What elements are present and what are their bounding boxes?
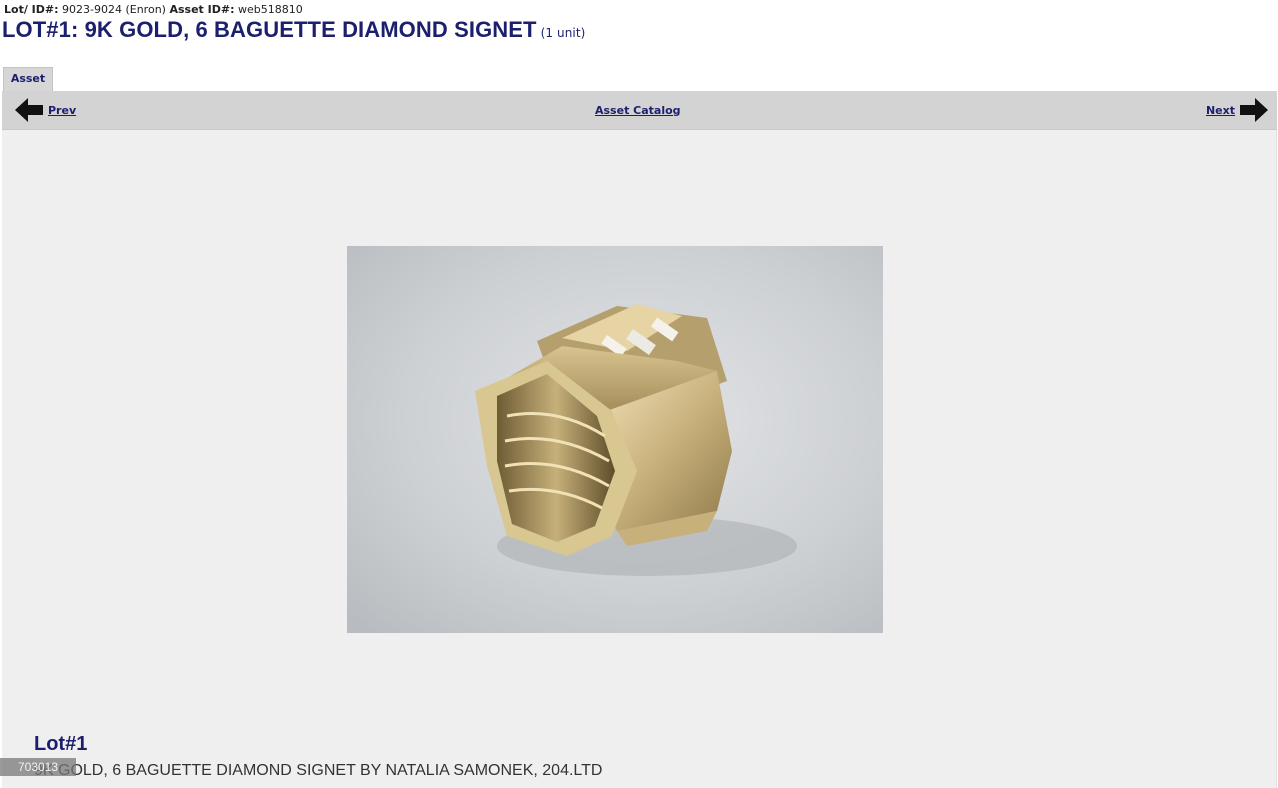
page-title-text: LOT#1: 9K GOLD, 6 BAGUETTE DIAMOND SIGNE…	[2, 17, 537, 42]
video-id-badge: 703013	[0, 758, 76, 776]
lot-id-value: 9023-9024 (Enron)	[62, 3, 166, 16]
prev-link[interactable]: Prev	[14, 91, 76, 129]
lot-asset-id-line: Lot/ ID#: 9023-9024 (Enron) Asset ID#: w…	[4, 3, 303, 16]
nav-bar: Prev Asset Catalog Next	[2, 91, 1277, 130]
lot-label: Lot#1	[34, 733, 88, 755]
arrow-right-icon	[1240, 98, 1268, 122]
unit-count: (1 unit)	[540, 26, 586, 40]
asset-id-value: web518810	[237, 3, 303, 16]
next-label: Next	[1205, 103, 1235, 117]
asset-catalog-link[interactable]: Asset Catalog	[595, 91, 681, 129]
lot-description: 9K GOLD, 6 BAGUETTE DIAMOND SIGNET BY NA…	[34, 762, 603, 779]
asset-id-label: Asset ID#:	[169, 3, 235, 16]
tab-asset[interactable]: Asset	[3, 67, 53, 91]
arrow-left-icon	[15, 98, 43, 122]
next-link[interactable]: Next	[1206, 91, 1269, 129]
prev-label: Prev	[48, 103, 77, 117]
lot-id-label: Lot/ ID#:	[4, 3, 59, 16]
page-title: LOT#1: 9K GOLD, 6 BAGUETTE DIAMOND SIGNE…	[2, 17, 585, 43]
ring-image	[347, 246, 883, 633]
ring-photo[interactable]	[347, 246, 883, 633]
main-content: Lot#1 9K GOLD, 6 BAGUETTE DIAMOND SIGNET…	[2, 130, 1277, 788]
